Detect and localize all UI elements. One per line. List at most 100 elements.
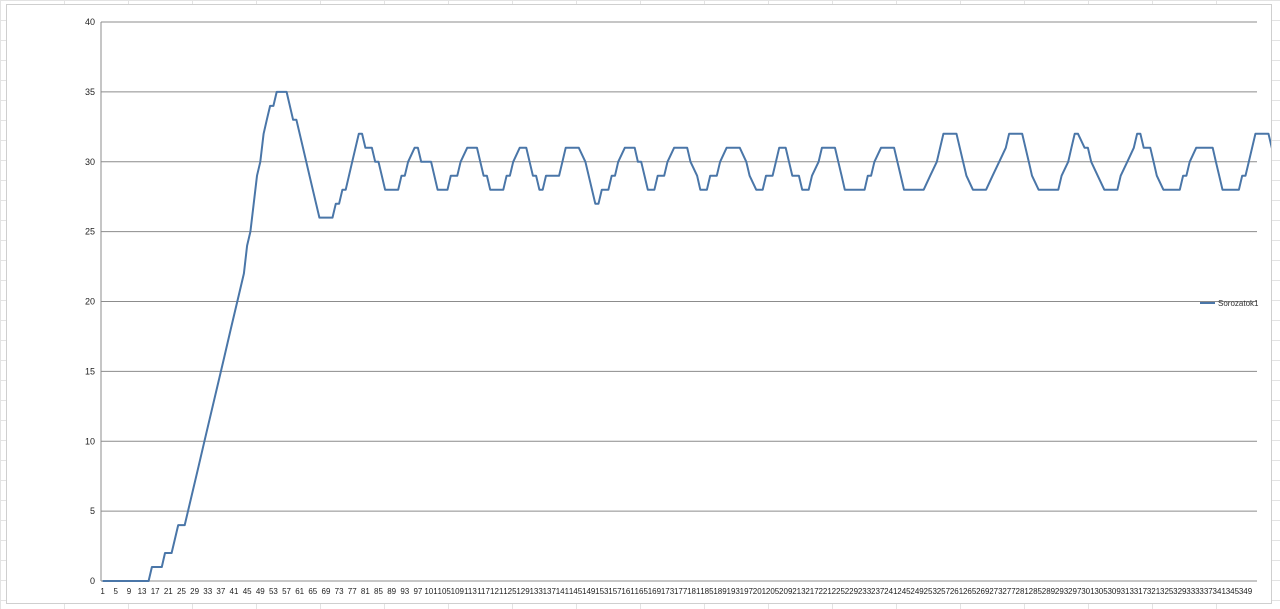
- x-tick-label: 261: [950, 587, 964, 596]
- x-tick-label: 169: [648, 587, 662, 596]
- x-tick-label: 13: [138, 587, 147, 596]
- x-tick-label: 329: [1173, 587, 1187, 596]
- x-tick-label: 165: [635, 587, 649, 596]
- x-tick-label: 85: [374, 587, 383, 596]
- x-tick-label: 289: [1042, 587, 1056, 596]
- legend-label: Sorozatok1: [1218, 299, 1259, 308]
- x-tick-label: 25: [177, 587, 186, 596]
- x-tick-label: 37: [216, 587, 225, 596]
- x-tick-label: 57: [282, 587, 291, 596]
- x-tick-label: 237: [871, 587, 885, 596]
- y-tick-label: 40: [85, 17, 95, 27]
- x-tick-label: 253: [924, 587, 938, 596]
- y-tick-label: 20: [85, 297, 95, 307]
- x-tick-label: 301: [1081, 587, 1095, 596]
- x-tick-label: 221: [818, 587, 832, 596]
- x-tick-label: 105: [438, 587, 452, 596]
- y-tick-label: 0: [90, 576, 95, 586]
- x-tick-label: 21: [164, 587, 173, 596]
- x-tick-label: 73: [335, 587, 344, 596]
- x-tick-label: 209: [779, 587, 793, 596]
- y-tick-label: 35: [85, 87, 95, 97]
- x-tick-label: 225: [832, 587, 846, 596]
- x-tick-label: 41: [230, 587, 239, 596]
- x-tick-label: 213: [792, 587, 806, 596]
- x-tick-label: 153: [595, 587, 609, 596]
- x-tick-label: 349: [1239, 587, 1253, 596]
- x-tick-label: 49: [256, 587, 265, 596]
- x-tick-label: 121: [490, 587, 504, 596]
- x-tick-label: 297: [1068, 587, 1082, 596]
- x-tick-label: 133: [529, 587, 543, 596]
- x-tick-label: 29: [190, 587, 199, 596]
- x-tick-label: 129: [516, 587, 530, 596]
- x-tick-label: 201: [753, 587, 767, 596]
- x-tick-label: 77: [348, 587, 357, 596]
- x-tick-label: 241: [884, 587, 898, 596]
- x-tick-label: 233: [858, 587, 872, 596]
- x-tick-label: 257: [937, 587, 951, 596]
- x-tick-label: 93: [400, 587, 409, 596]
- x-tick-label: 245: [897, 587, 911, 596]
- x-tick-label: 117: [477, 587, 490, 596]
- x-tick-label: 125: [503, 587, 517, 596]
- x-tick-label: 333: [1186, 587, 1200, 596]
- x-tick-label: 277: [1002, 587, 1016, 596]
- x-tick-label: 149: [582, 587, 596, 596]
- x-tick-label: 101: [424, 587, 438, 596]
- y-tick-label: 15: [85, 366, 95, 376]
- x-tick-label: 89: [387, 587, 396, 596]
- x-tick-label: 53: [269, 587, 278, 596]
- series-line: [102, 90, 1271, 582]
- x-tick-label: 65: [308, 587, 317, 596]
- x-tick-label: 345: [1226, 587, 1240, 596]
- x-tick-label: 137: [543, 587, 557, 596]
- x-tick-label: 205: [766, 587, 780, 596]
- x-tick-label: 285: [1029, 587, 1043, 596]
- x-tick-label: 337: [1199, 587, 1213, 596]
- x-tick-label: 45: [243, 587, 252, 596]
- x-tick-label: 293: [1055, 587, 1069, 596]
- x-tick-label: 229: [845, 587, 859, 596]
- x-tick-label: 189: [713, 587, 727, 596]
- x-tick-label: 317: [1134, 587, 1148, 596]
- x-tick-label: 197: [740, 587, 754, 596]
- x-tick-label: 113: [464, 587, 477, 596]
- x-tick-label: 181: [687, 587, 701, 596]
- x-tick-label: 185: [700, 587, 714, 596]
- x-tick-label: 157: [608, 587, 622, 596]
- x-tick-label: 321: [1147, 587, 1161, 596]
- x-tick-label: 109: [451, 587, 465, 596]
- x-tick-label: 341: [1213, 587, 1227, 596]
- x-tick-label: 69: [322, 587, 331, 596]
- x-tick-label: 161: [621, 587, 635, 596]
- x-tick-label: 141: [556, 587, 570, 596]
- spreadsheet-background: 0 5 10 15 20 25 30 35 40 1 5 9 13 17 21 25 29 33 37 41 45 49 5…: [0, 0, 1280, 609]
- x-tick-label: 33: [203, 587, 212, 596]
- x-tick-label: 193: [727, 587, 741, 596]
- x-tick-label: 281: [1016, 587, 1030, 596]
- x-tick-label: 325: [1160, 587, 1174, 596]
- chart-area[interactable]: 0 5 10 15 20 25 30 35 40 1 5 9 13 17 21 25 29 33 37 41 45 49 5…: [6, 4, 1272, 604]
- x-tick-label: 145: [569, 587, 583, 596]
- x-tick-label: 217: [805, 587, 819, 596]
- y-tick-label: 25: [85, 227, 95, 237]
- x-tick-label: 173: [661, 587, 675, 596]
- x-tick-label: 249: [910, 587, 924, 596]
- y-tick-label: 10: [85, 436, 95, 446]
- x-tick-label: 97: [413, 587, 422, 596]
- x-tick-label: 5: [114, 587, 119, 596]
- y-tick-label: 30: [85, 157, 95, 167]
- x-tick-label: 313: [1121, 587, 1135, 596]
- x-tick-label: 9: [127, 587, 132, 596]
- x-tick-label: 17: [151, 587, 160, 596]
- y-tick-label: 5: [90, 506, 95, 516]
- x-tick-label: 305: [1094, 587, 1108, 596]
- x-tick-label: 269: [976, 587, 990, 596]
- x-tick-label: 81: [361, 587, 370, 596]
- x-tick-label: 1: [100, 587, 105, 596]
- line-chart: 05101520253035401 5 9 13 17 21 25 29 33 37 41 45 49 5…: [85, 17, 1271, 596]
- x-tick-label: 309: [1107, 587, 1121, 596]
- x-tick-label: 177: [674, 587, 688, 596]
- x-tick-label: 273: [989, 587, 1003, 596]
